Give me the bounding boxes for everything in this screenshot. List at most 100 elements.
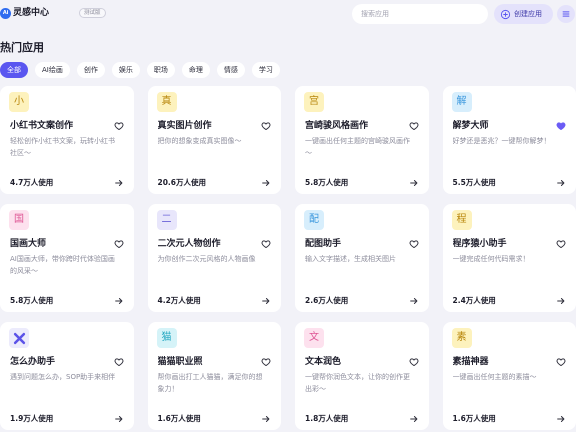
usage-count: 20.6万人使用 <box>157 178 207 187</box>
app-description: 一键完成任何代码需求！ <box>452 255 530 263</box>
app-icon: 解 <box>451 92 472 112</box>
app-card[interactable]: 程 程序猿小助手 一键完成任何代码需求！ 2.4万人使用 <box>442 204 576 312</box>
app-title: 猫猫职业照 <box>157 357 203 367</box>
app-title: 国画大师 <box>10 239 47 249</box>
app-description: 为你创作二次元风格的人物画像 <box>157 255 256 263</box>
app-card[interactable]: 配 配图助手 输入文字描述，生成相关图片 2.6万人使用 <box>295 204 429 312</box>
menu-icon <box>561 9 571 19</box>
create-app-button[interactable]: 创建应用 <box>494 4 553 24</box>
tab-entertainment[interactable]: 娱乐 <box>111 62 140 78</box>
app-icon: 猫 <box>156 328 177 348</box>
heart-icon[interactable] <box>409 239 419 249</box>
app-icon: 配 <box>304 210 324 230</box>
arrow-right-icon[interactable] <box>409 178 419 188</box>
arrow-right-icon[interactable] <box>114 414 124 424</box>
x-logo-icon <box>9 328 29 348</box>
app-card[interactable]: 宫 宫崎骏风格画作 一键画出任何主题的宫崎骏风画作～ 5.8万人使用 <box>295 86 429 194</box>
logo-icon: Ai <box>0 8 11 19</box>
app-card[interactable]: 真 真实图片创作 把你的想象变成真实图像～ 20.6万人使用 <box>147 86 281 194</box>
app-description: 好梦还是恶兆？一键帮你解梦！ <box>452 137 551 145</box>
heart-icon[interactable] <box>261 357 271 367</box>
usage-count: 1.8万人使用 <box>305 414 349 423</box>
app-title: 文本润色 <box>305 357 342 367</box>
app-title: 宫崎骏风格画作 <box>305 121 369 131</box>
app-name: 灵感中心 <box>13 8 50 18</box>
search-input[interactable] <box>352 4 488 24</box>
section-title: 热门应用 <box>0 41 44 54</box>
heart-icon[interactable] <box>556 239 566 249</box>
usage-count: 5.8万人使用 <box>10 296 54 305</box>
app-icon: 二 <box>156 210 177 230</box>
arrow-right-icon[interactable] <box>261 296 271 306</box>
heart-icon[interactable] <box>114 239 124 249</box>
tab-study[interactable]: 学习 <box>251 62 280 78</box>
arrow-right-icon[interactable] <box>261 414 271 424</box>
tab-ai-painting[interactable]: AI绘画 <box>35 62 70 78</box>
app-title: 配图助手 <box>305 239 342 249</box>
app-title: 二次元人物创作 <box>157 239 221 249</box>
arrow-right-icon[interactable] <box>261 178 271 188</box>
heart-icon[interactable] <box>409 357 419 367</box>
usage-count: 2.6万人使用 <box>305 296 349 305</box>
tab-creation[interactable]: 创作 <box>76 62 105 78</box>
heart-icon[interactable] <box>114 357 124 367</box>
app-description: 帮你画出打工人猫猫，满足你的想象力！ <box>157 373 263 393</box>
usage-count: 1.6万人使用 <box>157 414 201 423</box>
usage-count: 5.5万人使用 <box>452 178 496 187</box>
app-icon: 国 <box>9 210 29 230</box>
app-card[interactable]: 素 素描神器 一键画出任何主题的素描～ 1.6万人使用 <box>442 322 576 430</box>
app-card[interactable]: 猫 猫猫职业照 帮你画出打工人猫猫，满足你的想象力！ 1.6万人使用 <box>147 322 281 430</box>
app-description: 轻松创作小红书文案，玩转小红书社区～ <box>10 137 115 157</box>
app-card[interactable]: 解 解梦大师 好梦还是恶兆？一键帮你解梦！ 5.5万人使用 <box>442 86 576 194</box>
arrow-right-icon[interactable] <box>114 296 124 306</box>
usage-count: 2.4万人使用 <box>452 296 496 305</box>
tab-workplace[interactable]: 职场 <box>146 62 175 78</box>
tab-fortune[interactable]: 命理 <box>181 62 210 78</box>
app-title: 解梦大师 <box>452 121 489 131</box>
app-icon: 文 <box>304 328 324 348</box>
top-bar: Ai 灵感中心 测试版 创建应用 <box>0 0 576 28</box>
usage-count: 4.7万人使用 <box>10 178 54 187</box>
app-card[interactable]: 小 小红书文案创作 轻松创作小红书文案，玩转小红书社区～ 4.7万人使用 <box>0 86 134 194</box>
heart-icon[interactable] <box>409 121 419 131</box>
usage-count: 1.9万人使用 <box>10 414 54 423</box>
tab-emotion[interactable]: 情感 <box>216 62 245 78</box>
create-app-label: 创建应用 <box>514 10 542 18</box>
heart-icon[interactable] <box>261 239 271 249</box>
app-card[interactable]: 文 文本润色 一键帮你润色文本，让你的创作更出彩～ 1.8万人使用 <box>295 322 429 430</box>
arrow-right-icon[interactable] <box>556 296 566 306</box>
arrow-right-icon[interactable] <box>409 414 419 424</box>
heart-icon[interactable] <box>556 121 566 131</box>
app-title: 真实图片创作 <box>157 121 212 131</box>
app-card[interactable]: 二 二次元人物创作 为你创作二次元风格的人物画像 4.2万人使用 <box>147 204 281 312</box>
app-description: 把你的想象变成真实图像～ <box>157 137 242 145</box>
app-title: 小红书文案创作 <box>10 121 74 131</box>
tab-all[interactable]: 全部 <box>0 62 28 78</box>
app-title: 素描神器 <box>452 357 489 367</box>
app-grid: 小 小红书文案创作 轻松创作小红书文案，玩转小红书社区～ 4.7万人使用 真 真… <box>0 86 576 430</box>
app-title: 程序猿小助手 <box>452 239 507 249</box>
arrow-right-icon[interactable] <box>556 414 566 424</box>
arrow-right-icon[interactable] <box>409 296 419 306</box>
heart-icon[interactable] <box>114 121 124 131</box>
app-icon: 宫 <box>304 92 324 112</box>
app-description: 一键帮你润色文本，让你的创作更出彩～ <box>305 373 410 393</box>
version-badge: 测试版 <box>79 8 106 18</box>
plus-circle-icon <box>500 9 511 20</box>
app-description: 输入文字描述，生成相关图片 <box>305 255 396 263</box>
app-description: AI国画大师，带你跨时代体验国画的风采～ <box>10 255 115 275</box>
usage-count: 4.2万人使用 <box>157 296 201 305</box>
app-icon: 素 <box>451 328 472 348</box>
usage-count: 5.8万人使用 <box>305 178 349 187</box>
arrow-right-icon[interactable] <box>114 178 124 188</box>
app-icon: 小 <box>9 92 29 112</box>
app-card[interactable]: 怎么办助手 遇到问题怎么办，SOP助手来相伴 1.9万人使用 <box>0 322 134 430</box>
arrow-right-icon[interactable] <box>556 178 566 188</box>
app-description: 遇到问题怎么办，SOP助手来相伴 <box>10 373 116 381</box>
app-title: 怎么办助手 <box>10 357 56 367</box>
app-card[interactable]: 国 国画大师 AI国画大师，带你跨时代体验国画的风采～ 5.8万人使用 <box>0 204 134 312</box>
menu-button[interactable] <box>557 5 575 23</box>
heart-icon[interactable] <box>261 121 271 131</box>
heart-icon[interactable] <box>556 357 566 367</box>
category-tabs: 全部 AI绘画 创作 娱乐 职场 命理 情感 学习 <box>0 62 280 78</box>
